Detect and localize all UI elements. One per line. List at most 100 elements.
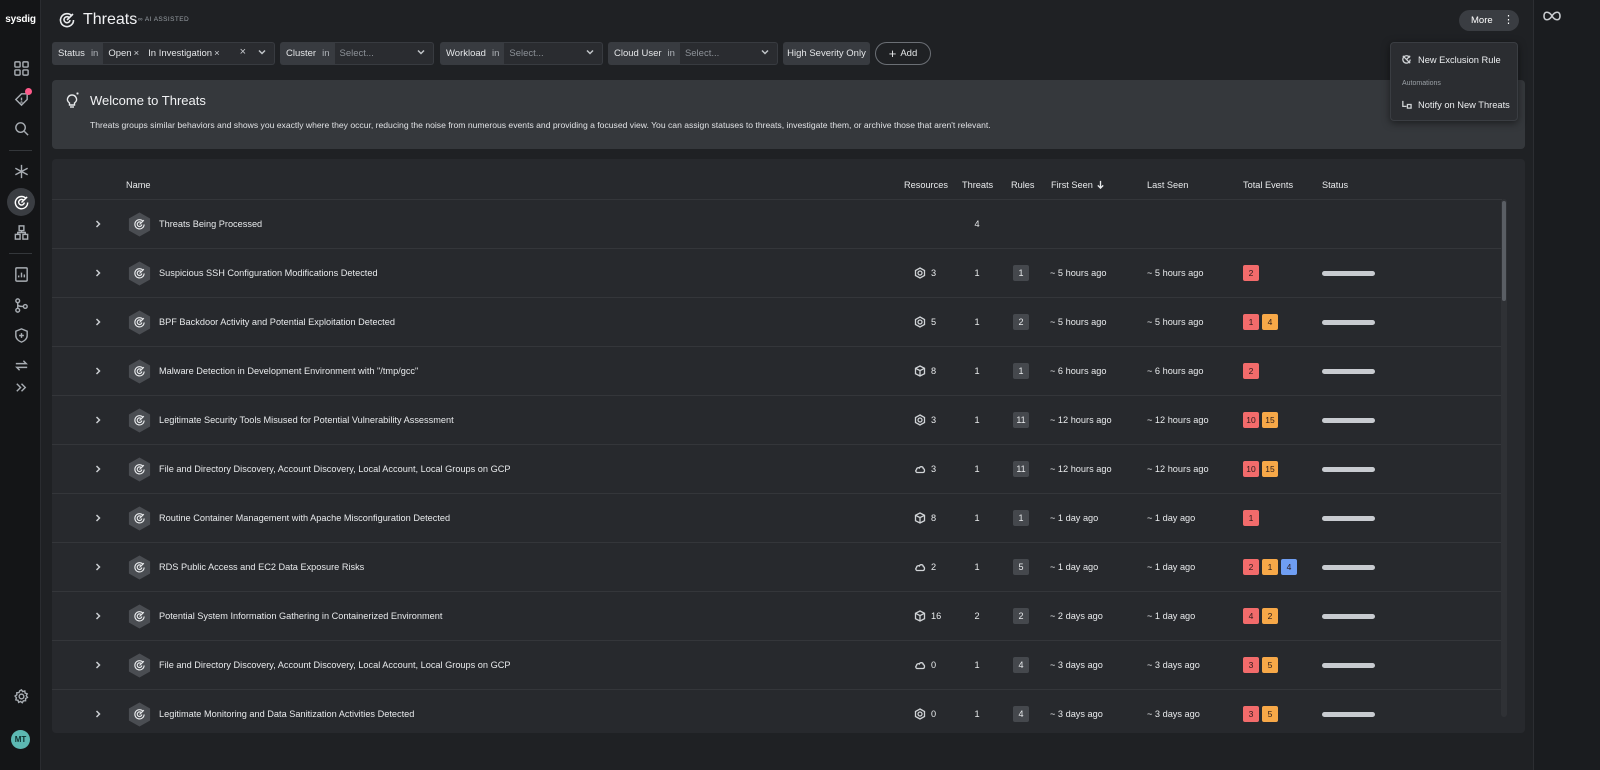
tag-alert-icon[interactable] <box>7 85 35 113</box>
clear-filter-icon[interactable]: × <box>240 46 246 58</box>
cluster-filter[interactable]: Cluster in Select... <box>280 42 434 65</box>
user-avatar[interactable]: MT <box>11 730 30 749</box>
chevron-right-icon[interactable] <box>93 219 103 229</box>
chevron-right-icon[interactable] <box>93 660 103 670</box>
reports-chart-icon[interactable] <box>7 260 35 288</box>
plus-icon: + <box>888 45 897 61</box>
col-header-first-seen[interactable]: First Seen <box>1051 180 1105 190</box>
threat-name[interactable]: Routine Container Management with Apache… <box>159 513 450 523</box>
more-button[interactable]: More ⋮ <box>1459 10 1519 31</box>
threats-target-icon[interactable] <box>7 188 35 216</box>
table-row[interactable]: File and Directory Discovery, Account Di… <box>52 444 1502 493</box>
notify-on-new-threats-item[interactable]: Notify on New Threats <box>1401 99 1510 110</box>
col-header-last-seen[interactable]: Last Seen <box>1147 180 1188 190</box>
integrations-flow-icon[interactable] <box>7 291 35 319</box>
table-row[interactable]: Threats Being Processed 4 <box>52 199 1502 248</box>
inventory-blocks-icon[interactable] <box>7 218 35 246</box>
cloud-user-filter[interactable]: Cloud User in Select... <box>608 42 778 65</box>
status-indicator[interactable] <box>1322 565 1375 570</box>
workload-select[interactable]: Select... <box>504 43 602 64</box>
status-indicator[interactable] <box>1322 516 1375 521</box>
chevron-right-icon[interactable] <box>93 317 103 327</box>
chevron-right-icon[interactable] <box>93 611 103 621</box>
sort-down-arrow-icon <box>1097 180 1104 190</box>
chevron-right-icon[interactable] <box>93 513 103 523</box>
threat-name[interactable]: Legitimate Security Tools Misused for Po… <box>159 415 454 425</box>
table-row[interactable]: BPF Backdoor Activity and Potential Expl… <box>52 297 1502 346</box>
status-indicator[interactable] <box>1322 320 1375 325</box>
table-row[interactable]: Routine Container Management with Apache… <box>52 493 1502 542</box>
table-row[interactable]: Potential System Information Gathering i… <box>52 591 1502 640</box>
col-header-status[interactable]: Status <box>1322 180 1348 190</box>
expand-chevrons-icon[interactable] <box>7 373 35 401</box>
threat-name[interactable]: Suspicious SSH Configuration Modificatio… <box>159 268 378 278</box>
chevron-right-icon[interactable] <box>93 366 103 376</box>
col-header-name[interactable]: Name <box>126 180 151 190</box>
workload-filter[interactable]: Workload in Select... <box>440 42 603 65</box>
add-filter-button[interactable]: + Add <box>875 42 931 65</box>
col-header-resources[interactable]: Resources <box>904 180 948 190</box>
status-indicator[interactable] <box>1322 271 1375 276</box>
table-row[interactable]: Legitimate Monitoring and Data Sanitizat… <box>52 689 1502 733</box>
status-indicator[interactable] <box>1322 369 1375 374</box>
asterisk-events-icon[interactable] <box>7 157 35 185</box>
menu-item-label: Notify on New Threats <box>1418 99 1510 110</box>
chevron-down-icon[interactable] <box>585 47 595 57</box>
table-row[interactable]: Malware Detection in Development Environ… <box>52 346 1502 395</box>
status-indicator[interactable] <box>1322 663 1375 668</box>
chevron-right-icon[interactable] <box>93 415 103 425</box>
threat-name[interactable]: File and Directory Discovery, Account Di… <box>159 660 510 670</box>
threat-hexagon-icon <box>126 407 153 434</box>
threat-name[interactable]: Legitimate Monitoring and Data Sanitizat… <box>159 709 414 719</box>
event-count-med: 15 <box>1262 412 1278 428</box>
threat-name[interactable]: RDS Public Access and EC2 Data Exposure … <box>159 562 364 572</box>
cloud-user-select[interactable]: Select... <box>679 43 777 64</box>
status-filter[interactable]: Status in Open × In Investigation × × <box>52 42 275 65</box>
sysdig-logo[interactable]: sysdig <box>0 14 41 25</box>
total-events-cell: 10 15 <box>1243 461 1281 477</box>
table-row[interactable]: Legitimate Security Tools Misused for Po… <box>52 395 1502 444</box>
status-indicator[interactable] <box>1322 418 1375 423</box>
event-count-med: 5 <box>1262 657 1278 673</box>
remove-chip-icon[interactable]: × <box>134 48 140 59</box>
threat-name[interactable]: Threats Being Processed <box>159 219 262 229</box>
chevron-down-icon[interactable] <box>257 47 267 57</box>
chevron-right-icon[interactable] <box>93 709 103 719</box>
settings-gear-icon[interactable] <box>7 682 35 710</box>
col-header-threats[interactable]: Threats <box>962 180 993 190</box>
status-chip-in-investigation[interactable]: In Investigation × <box>148 48 219 59</box>
threat-name[interactable]: File and Directory Discovery, Account Di… <box>159 464 510 474</box>
table-row[interactable]: RDS Public Access and EC2 Data Exposure … <box>52 542 1502 591</box>
cluster-select[interactable]: Select... <box>334 43 433 64</box>
table-row[interactable]: File and Directory Discovery, Account Di… <box>52 640 1502 689</box>
ai-assistant-infinity-icon[interactable] <box>1541 9 1563 23</box>
status-chip-open[interactable]: Open × <box>108 48 139 59</box>
chevron-right-icon[interactable] <box>93 464 103 474</box>
chevron-down-icon[interactable] <box>416 47 426 57</box>
high-severity-only-toggle[interactable]: High Severity Only <box>783 42 870 65</box>
threats-count: 1 <box>974 513 980 523</box>
threat-hexagon-icon <box>126 260 153 287</box>
chevron-right-icon[interactable] <box>93 268 103 278</box>
table-scrollbar-thumb[interactable] <box>1502 201 1506 301</box>
status-indicator[interactable] <box>1322 712 1375 717</box>
nav-divider <box>9 253 32 254</box>
policies-shield-icon[interactable] <box>7 321 35 349</box>
chevron-right-icon[interactable] <box>93 562 103 572</box>
status-indicator[interactable] <box>1322 467 1375 472</box>
table-row[interactable]: Suspicious SSH Configuration Modificatio… <box>52 248 1502 297</box>
search-icon[interactable] <box>7 114 35 142</box>
status-filter-values[interactable]: Open × In Investigation × × <box>103 43 274 64</box>
dashboard-grid-icon[interactable] <box>7 54 35 82</box>
cloud-icon <box>914 659 931 671</box>
col-header-rules[interactable]: Rules <box>1011 180 1035 190</box>
threat-name[interactable]: Malware Detection in Development Environ… <box>159 366 418 376</box>
chevron-down-icon[interactable] <box>760 47 770 57</box>
new-exclusion-rule-item[interactable]: New Exclusion Rule <box>1401 54 1501 65</box>
threat-name[interactable]: Potential System Information Gathering i… <box>159 611 442 621</box>
filter-name: Cloud User <box>614 48 662 59</box>
remove-chip-icon[interactable]: × <box>214 48 220 59</box>
status-indicator[interactable] <box>1322 614 1375 619</box>
col-header-total-events[interactable]: Total Events <box>1243 180 1293 190</box>
threat-name[interactable]: BPF Backdoor Activity and Potential Expl… <box>159 317 395 327</box>
